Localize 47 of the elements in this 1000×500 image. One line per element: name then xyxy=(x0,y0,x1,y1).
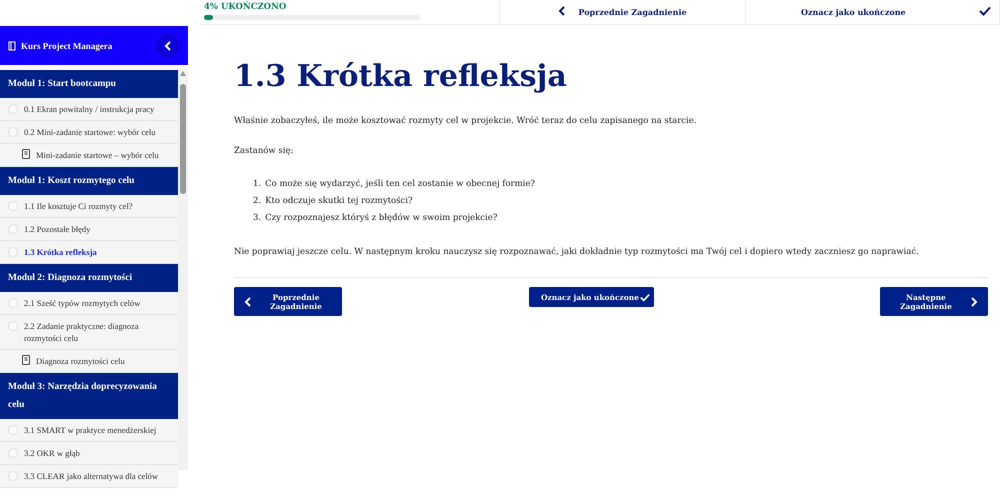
outro-paragraph: Nie poprawiaj jeszcze celu. W następnym kroku nauczysz się rozpoznawać, jaki dokładnie typ rozmytości ma Twój cel i dopiero wtedy zaczniesz go naprawiać. xyxy=(234,247,920,257)
list-number: 3. xyxy=(253,212,262,225)
lesson-item[interactable]: 2.1 Sześć typów rozmytych celów xyxy=(0,292,178,315)
scrollbar[interactable] xyxy=(178,70,188,470)
status-circle-icon xyxy=(8,104,18,114)
lesson-item[interactable]: 3.3 CLEAR jako alternatywa dla celów xyxy=(0,465,178,488)
check-icon xyxy=(640,292,650,302)
status-circle-icon xyxy=(8,127,18,137)
lesson-item[interactable]: 0.2 Mini-zadanie startowe: wybór celu xyxy=(0,121,178,144)
question-text: Czy rozpoznajesz któryś z błędów w swoim projekcie? xyxy=(265,212,498,225)
prompt-text: Zastanów się: xyxy=(234,146,294,156)
lesson-title: 1.3 Krótka refleksja xyxy=(234,58,568,96)
question-text: Kto odczuje skutki tej rozmytości? xyxy=(265,195,413,208)
progress-label: 4% UKOŃCZONO xyxy=(204,2,288,13)
intro-paragraph: Właśnie zobaczyłeś, ile może kosztować rozmyty cel w projekcie. Wróć teraz do celu zapisanego na starcie. xyxy=(234,116,698,126)
status-circle-icon xyxy=(8,224,18,234)
chevron-left-icon xyxy=(244,296,252,306)
status-circle-icon xyxy=(8,471,18,481)
collapse-sidebar-button[interactable] xyxy=(156,34,180,58)
question-text: Co może się wydarzyć, jeśli ten cel zostanie w obecnej formie? xyxy=(265,178,535,191)
lesson-item[interactable]: 1.2 Pozostałe błędy xyxy=(0,218,178,241)
module-header[interactable]: Moduł 2: Diagnoza rozmytości xyxy=(0,264,178,292)
scroll-up-arrow-icon[interactable] xyxy=(180,71,186,76)
status-circle-icon xyxy=(8,201,18,211)
list-number: 1. xyxy=(253,178,262,191)
lesson-item[interactable]: 2.2 Zadanie praktyczne: diagnoza rozmytości celu xyxy=(0,315,178,350)
check-icon xyxy=(979,6,991,18)
status-circle-icon xyxy=(8,448,18,458)
book-icon xyxy=(8,40,16,50)
status-circle-icon xyxy=(8,247,18,257)
chevron-right-icon xyxy=(970,296,978,306)
list-number: 2. xyxy=(253,195,262,208)
lesson-item[interactable]: 3.1 SMART w praktyce menedżerskiej xyxy=(0,419,178,442)
status-circle-icon xyxy=(8,298,18,308)
lesson-item[interactable]: 3.2 OKR w głąb xyxy=(0,442,178,465)
chevron-left-icon xyxy=(558,6,566,18)
chevron-left-icon xyxy=(164,40,172,50)
status-circle-icon xyxy=(8,321,18,331)
document-icon xyxy=(22,149,30,159)
status-circle-icon xyxy=(8,425,18,435)
module-header[interactable]: Moduł 1: Start bootcampu xyxy=(0,70,178,98)
course-title: Kurs Project Managera xyxy=(21,40,114,50)
lesson-item[interactable]: 1.1 Ile kosztuje Ci rozmyty cel? xyxy=(0,195,178,218)
document-icon xyxy=(22,355,30,365)
lesson-item[interactable]: 0.1 Ekran powitalny / instrukcja pracy xyxy=(0,98,178,121)
module-header[interactable]: Moduł 1: Koszt rozmytego celu xyxy=(0,167,178,195)
module-header[interactable]: Moduł 3: Narzędzia doprecyzowania celu xyxy=(0,373,178,419)
